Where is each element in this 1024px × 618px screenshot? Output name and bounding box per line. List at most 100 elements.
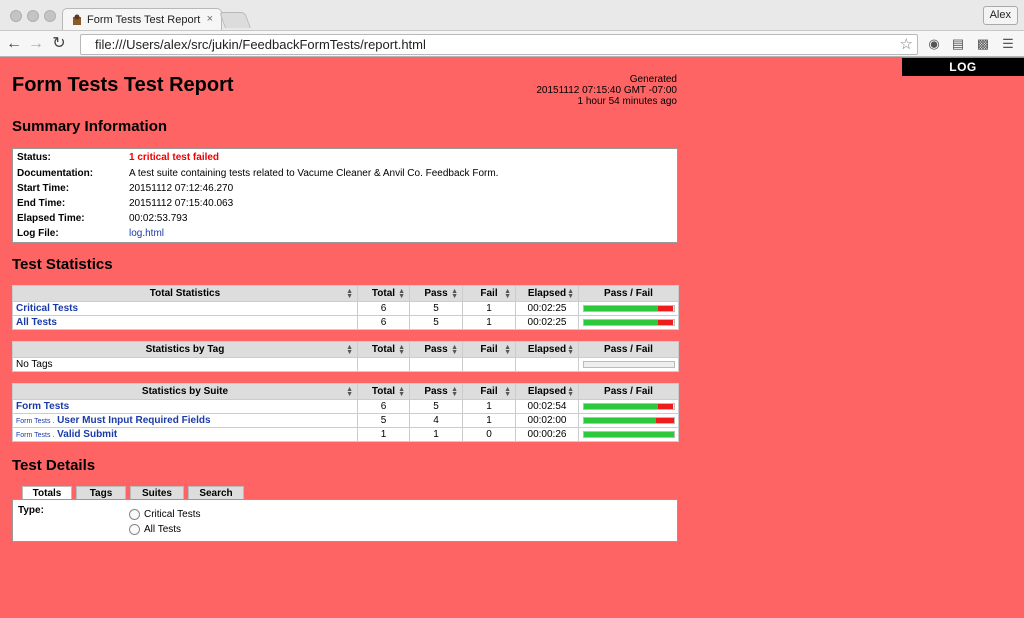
menu-icon[interactable]: ☰ [1000,36,1016,52]
radio-critical-tests[interactable]: Critical Tests [129,507,201,521]
column-pass[interactable]: Pass ▲ ▼ [409,383,463,400]
cell-pass: 5 [409,399,463,414]
elapsed-time-label: Elapsed Time: [17,213,85,224]
tag-statistics-table: Statistics by Tag ▲ ▼ Total ▲ ▼ Pass ▲ ▼ Fail ▲… [12,341,679,372]
sort-icon: ▲ ▼ [504,386,511,398]
minimize-window-button[interactable] [27,10,39,22]
table-row: No Tags [12,357,679,372]
extension-reader-icon[interactable]: ▤ [950,36,966,52]
column-total[interactable]: Total ▲ ▼ [357,383,410,400]
stat-link-critical-tests[interactable]: Critical Tests [16,303,78,314]
column-pass[interactable]: Pass ▲ ▼ [409,285,463,302]
suite-link-required-fields[interactable]: User Must Input Required Fields [57,415,210,426]
log-button[interactable]: LOG [902,58,1024,76]
cell-elapsed: 00:00:26 [515,427,579,442]
sort-icon: ▲ ▼ [451,386,458,398]
summary-row-status: Status: 1 critical test failed [17,150,677,165]
forward-arrow-icon[interactable]: → [26,34,46,54]
generated-info: Generated 20151112 07:15:40 GMT -07:00 1… [477,74,677,107]
table-row: Critical Tests 6 5 1 00:02:25 [12,301,679,316]
close-window-button[interactable] [10,10,22,22]
details-panel: Type: Critical Tests All Tests [12,499,678,542]
browser-titlebar: Form Tests Test Report × Alex [0,0,1024,31]
cell-total: 6 [357,301,410,316]
sort-icon: ▲ ▼ [346,344,353,356]
pass-segment [583,320,659,325]
tab-title: Form Tests Test Report [87,14,201,26]
cell-fail: 0 [462,427,516,442]
cell-fail: 1 [462,413,516,428]
radio-all-tests[interactable]: All Tests [129,522,181,536]
cell-fail: 1 [462,399,516,414]
log-file-label: Log File: [17,228,59,239]
column-total[interactable]: Total ▲ ▼ [357,341,410,358]
tab-search[interactable]: Search [188,486,244,500]
log-file-link[interactable]: log.html [129,226,164,241]
cell-total: 6 [357,315,410,330]
suite-link-valid-submit[interactable]: Valid Submit [57,429,117,440]
statistics-heading: Test Statistics [12,256,113,273]
sort-icon: ▲ ▼ [346,288,353,300]
tag-statistics-header[interactable]: Statistics by Tag ▲ ▼ [12,341,358,358]
suite-statistics-header[interactable]: Statistics by Suite ▲ ▼ [12,383,358,400]
total-statistics-header[interactable]: Total Statistics ▲ ▼ [12,285,358,302]
sort-icon: ▲ ▼ [451,344,458,356]
extension-mask-icon[interactable]: ▩ [975,36,991,52]
radio-label: Critical Tests [144,508,201,520]
details-heading: Test Details [12,457,96,474]
column-fail[interactable]: Fail ▲ ▼ [462,285,516,302]
reload-icon[interactable]: ↻ [49,34,69,54]
sort-icon: ▲ ▼ [398,344,405,356]
tab-close-icon[interactable]: × [207,13,213,25]
radio-circle-icon[interactable] [129,508,140,520]
summary-table: Status: 1 critical test failed Documenta… [12,148,678,243]
column-elapsed[interactable]: Elapsed ▲ ▼ [515,285,579,302]
tab-tags[interactable]: Tags [76,486,126,500]
suite-parent: Form Tests . [16,418,55,425]
end-time-value: 20151112 07:15:40.063 [129,198,234,209]
sort-icon: ▲ ▼ [346,386,353,398]
column-elapsed[interactable]: Elapsed ▲ ▼ [515,383,579,400]
cell-fail: 1 [462,301,516,316]
empty-bar [582,361,675,368]
new-tab-button[interactable] [219,12,251,28]
maximize-window-button[interactable] [44,10,56,22]
type-label: Type: [18,505,44,516]
table-row: Form Tests . Valid Submit 1 1 0 00:00:26 [12,427,679,442]
column-fail[interactable]: Fail ▲ ▼ [462,383,516,400]
table-row: Form Tests 6 5 1 00:02:54 [12,399,679,414]
column-fail[interactable]: Fail ▲ ▼ [462,341,516,358]
back-arrow-icon[interactable]: ← [4,34,24,54]
start-time-value: 20151112 07:12:46.270 [129,183,234,194]
sort-icon: ▲ ▼ [567,386,574,398]
address-bar[interactable]: file:///Users/alex/src/jukin/FeedbackFor… [80,34,918,55]
cell-elapsed: 00:02:00 [515,413,579,428]
radio-circle-icon[interactable] [129,523,140,535]
documentation-value: A test suite containing tests related to… [129,168,499,179]
elapsed-time-value: 00:02:53.793 [129,213,188,224]
start-time-label: Start Time: [17,183,70,194]
cell-pass: 1 [409,427,463,442]
browser-tab[interactable]: Form Tests Test Report × [62,8,222,31]
stat-link-all-tests[interactable]: All Tests [16,317,57,328]
summary-row-elapsed: Elapsed Time: 00:02:53.793 [17,211,677,226]
documentation-label: Documentation: [17,168,94,179]
profile-button[interactable]: Alex [982,6,1018,25]
column-total[interactable]: Total ▲ ▼ [357,285,410,302]
suite-link-form-tests[interactable]: Form Tests [16,401,69,412]
column-elapsed[interactable]: Elapsed ▲ ▼ [515,341,579,358]
generated-time: 20151112 07:15:40 GMT -07:00 [536,85,677,96]
sort-icon: ▲ ▼ [504,288,511,300]
column-passfail: Pass / Fail [578,383,679,400]
tab-suites[interactable]: Suites [130,486,184,500]
bookmark-star-icon[interactable]: ☆ [900,35,913,54]
end-time-label: End Time: [17,198,66,209]
cell-fail: 1 [462,315,516,330]
cell-total: 5 [357,413,410,428]
extension-shield-icon[interactable]: ◉ [926,36,942,52]
column-passfail: Pass / Fail [578,341,679,358]
pass-fail-bar [582,305,675,312]
url-text: file:///Users/alex/src/jukin/FeedbackFor… [95,37,426,52]
column-pass[interactable]: Pass ▲ ▼ [409,341,463,358]
cell-pass: 4 [409,413,463,428]
